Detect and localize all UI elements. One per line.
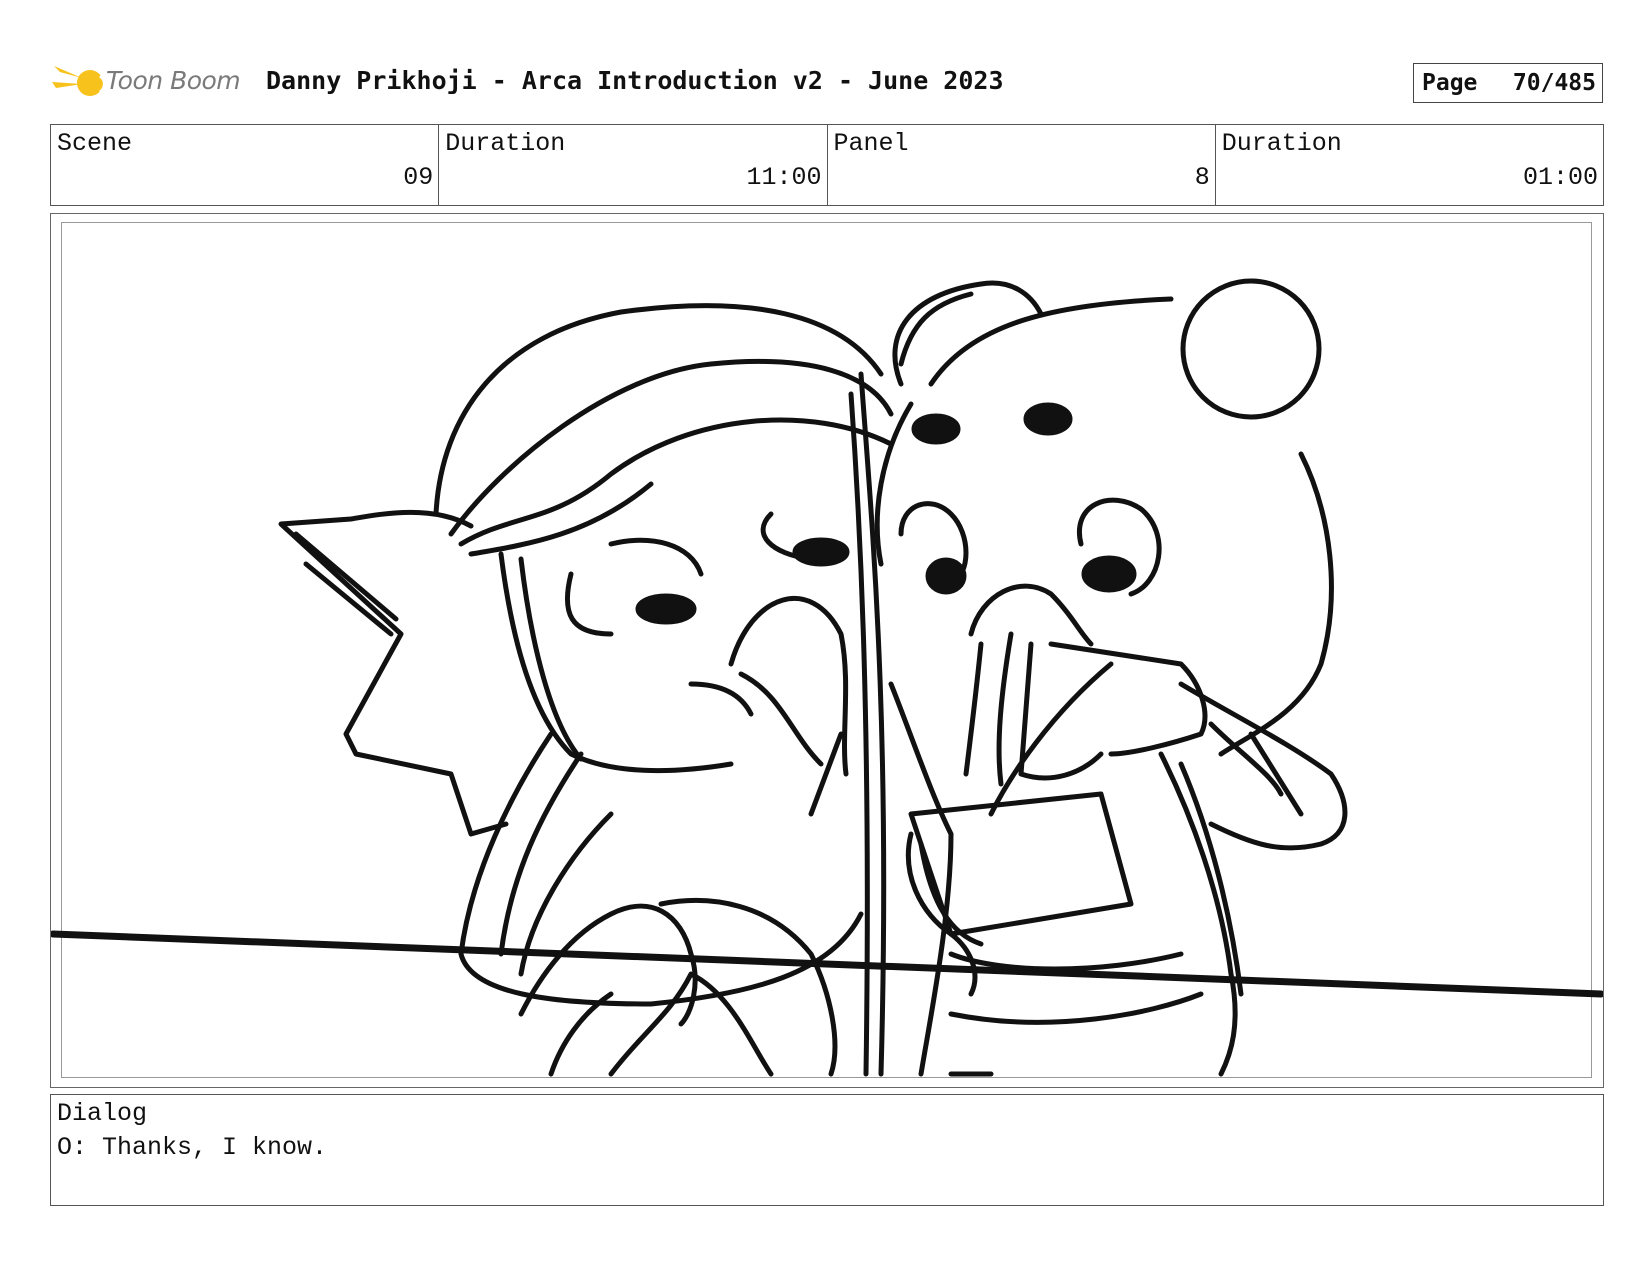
page-header: Toon Boom Danny Prikhoji - Arca Introduc… [52,56,1612,112]
panel-cell: Panel 8 [828,125,1216,205]
logo-burst-icon [52,60,106,104]
scene-duration-cell: Duration 11:00 [439,125,828,205]
panel-duration-label: Duration [1221,129,1342,158]
scene-info-row: Scene 09 Duration 11:00 Panel 8 Duration… [50,124,1604,206]
page-label: Page [1422,70,1478,96]
scene-value: 09 [403,163,434,192]
panel-value: 8 [1194,163,1210,192]
page-indicator: Page 70/485 [1413,63,1603,103]
toon-boom-logo: Toon Boom [52,56,252,112]
scene-cell: Scene 09 [51,125,440,205]
panel-duration-cell: Duration 01:00 [1216,125,1603,205]
panel-label: Panel [833,129,909,158]
dialog-text: O: Thanks, I know. [57,1133,328,1162]
storyboard-panel [50,213,1604,1088]
page-number: 70/485 [1512,70,1596,96]
dialog-label: Dialog [57,1099,148,1128]
scene-duration-label: Duration [445,129,566,158]
storyboard-sketch [51,278,1603,1077]
panel-duration-value: 01:00 [1522,163,1598,192]
logo-text: Toon Boom [106,66,241,95]
document-title: Danny Prikhoji - Arca Introduction v2 - … [266,66,1004,95]
scene-label: Scene [57,129,133,158]
scene-duration-value: 11:00 [746,163,822,192]
dialog-box: Dialog O: Thanks, I know. [50,1094,1604,1206]
